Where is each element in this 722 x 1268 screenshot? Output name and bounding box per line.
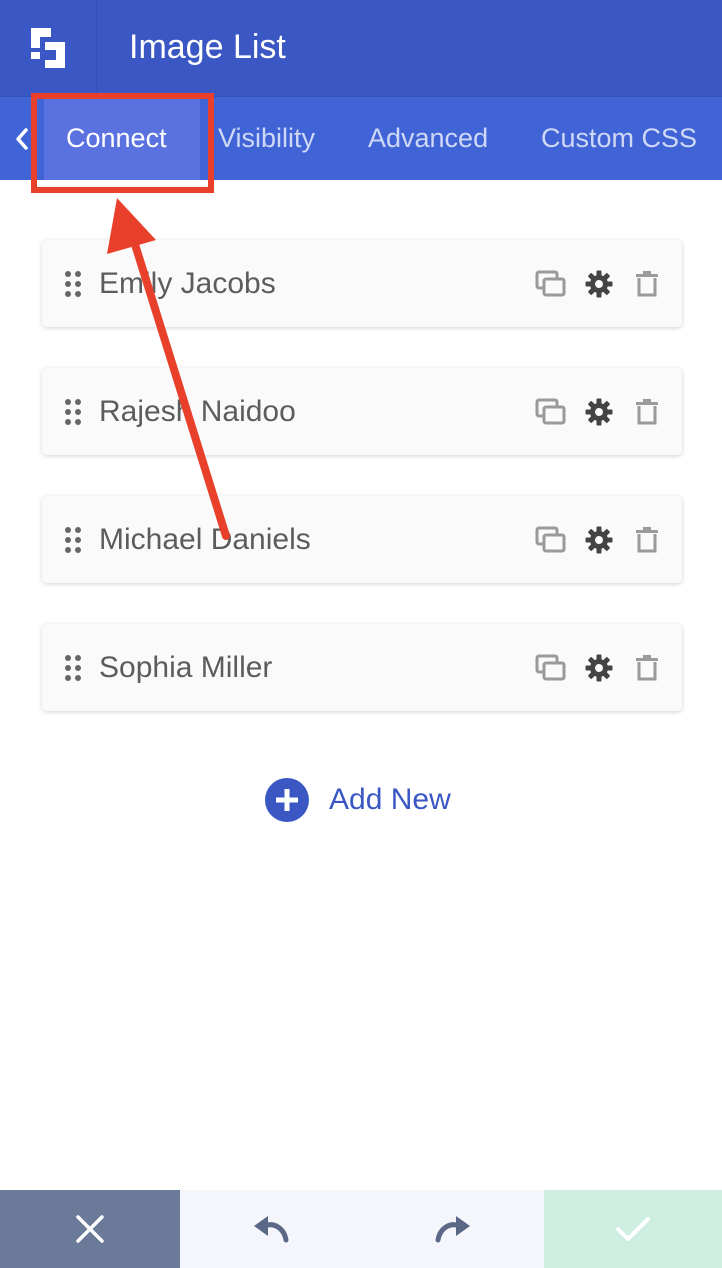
trash-icon[interactable]: [630, 397, 664, 427]
list-item[interactable]: Emily Jacobs: [42, 240, 682, 327]
tab-custom-css[interactable]: Custom CSS: [541, 97, 697, 180]
add-new-button[interactable]: Add New: [264, 777, 451, 823]
chevron-left-icon: [16, 127, 28, 150]
close-icon: [76, 1215, 104, 1243]
trash-icon[interactable]: [630, 653, 664, 683]
gear-icon[interactable]: [582, 653, 616, 683]
tabs-back-button[interactable]: [0, 97, 44, 180]
plus-circle-icon: [265, 778, 309, 822]
brand-logo[interactable]: [0, 0, 97, 96]
duplicate-icon[interactable]: [534, 269, 568, 299]
drag-handle-icon[interactable]: [64, 398, 82, 426]
trash-icon[interactable]: [630, 269, 664, 299]
list-item[interactable]: Rajesh Naidoo: [42, 368, 682, 455]
page-title: Image List: [129, 28, 286, 66]
drag-handle-icon[interactable]: [64, 654, 82, 682]
header: Image List: [0, 0, 722, 97]
tab-advanced[interactable]: Advanced: [368, 97, 488, 180]
tab-bar: Connect Visibility Advanced Custom CSS: [0, 97, 722, 180]
redo-button[interactable]: [362, 1190, 544, 1268]
brand-logo-icon: [31, 28, 65, 68]
gear-icon[interactable]: [582, 397, 616, 427]
list-item[interactable]: Sophia Miller: [42, 624, 682, 711]
duplicate-icon[interactable]: [534, 397, 568, 427]
save-button[interactable]: [544, 1190, 722, 1268]
cancel-button[interactable]: [0, 1190, 180, 1268]
trash-icon[interactable]: [630, 525, 664, 555]
list-item-label: Michael Daniels: [99, 523, 311, 556]
undo-icon: [254, 1216, 289, 1243]
list-item-label: Sophia Miller: [99, 651, 273, 684]
list-item-label: Emily Jacobs: [99, 267, 276, 300]
tab-visibility[interactable]: Visibility: [218, 97, 315, 180]
drag-handle-icon[interactable]: [64, 526, 82, 554]
duplicate-icon[interactable]: [534, 525, 568, 555]
drag-handle-icon[interactable]: [64, 270, 82, 298]
list-item[interactable]: Michael Daniels: [42, 496, 682, 583]
check-icon: [616, 1217, 650, 1241]
list-item-label: Rajesh Naidoo: [99, 395, 296, 428]
undo-button[interactable]: [180, 1190, 362, 1268]
gear-icon[interactable]: [582, 269, 616, 299]
item-list: Emily Jacobs Rajesh Naidoo Michael Danie…: [42, 240, 682, 752]
duplicate-icon[interactable]: [534, 653, 568, 683]
tab-connect[interactable]: Connect: [66, 97, 167, 180]
gear-icon[interactable]: [582, 525, 616, 555]
redo-icon: [435, 1216, 470, 1243]
footer-toolbar: [0, 1190, 722, 1268]
add-new-label: Add New: [329, 783, 451, 816]
